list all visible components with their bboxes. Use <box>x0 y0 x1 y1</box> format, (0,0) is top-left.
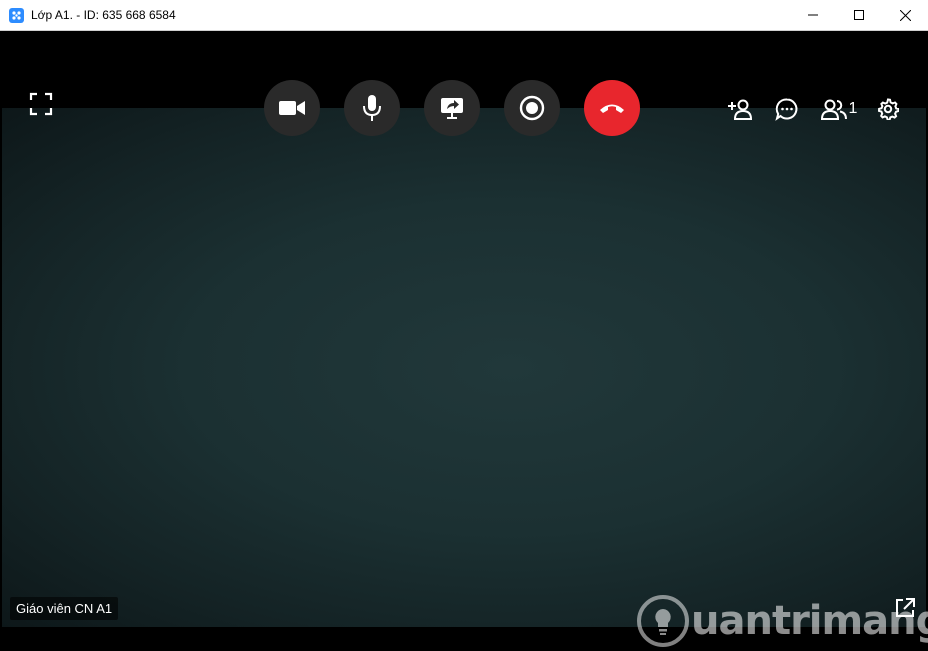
close-icon <box>899 9 911 21</box>
screen-share-button[interactable] <box>424 80 480 136</box>
participants-count: 1 <box>848 100 858 117</box>
chat-button[interactable] <box>774 95 800 123</box>
participants-button[interactable]: 1 <box>820 95 858 123</box>
camera-button[interactable] <box>264 80 320 136</box>
maximize-icon <box>854 10 864 20</box>
participant-name-tag: Giáo viên CN A1 <box>10 597 119 620</box>
app-logo-icon <box>9 8 24 23</box>
settings-button[interactable] <box>876 95 900 123</box>
title-bar: Lớp A1. - ID: 635 668 6584 <box>0 0 928 31</box>
maximize-button[interactable] <box>836 0 882 30</box>
chat-icon <box>775 98 798 121</box>
video-feed <box>2 108 926 627</box>
watermark: uantrimang <box>637 591 928 651</box>
screen-share-icon <box>441 98 463 119</box>
close-button[interactable] <box>882 0 928 30</box>
watermark-text: uantrimang <box>691 598 928 644</box>
gear-icon <box>877 98 899 120</box>
minimize-icon <box>808 14 818 16</box>
window-title: Lớp A1. - ID: 635 668 6584 <box>31 8 176 22</box>
lightbulb-logo-icon <box>637 595 689 647</box>
add-user-button[interactable] <box>726 95 754 123</box>
record-icon <box>519 95 545 121</box>
fullscreen-icon[interactable] <box>28 91 54 117</box>
video-camera-icon <box>279 101 305 115</box>
add-user-icon <box>728 99 753 120</box>
phone-hangup-icon <box>600 104 624 113</box>
hangup-button[interactable] <box>584 80 640 136</box>
participants-icon <box>820 99 847 120</box>
microphone-icon <box>363 95 381 121</box>
meeting-stage: 1 Giáo viên CN A1 uantrimang <box>0 31 928 647</box>
microphone-button[interactable] <box>344 80 400 136</box>
minimize-button[interactable] <box>790 0 836 30</box>
record-button[interactable] <box>504 80 560 136</box>
